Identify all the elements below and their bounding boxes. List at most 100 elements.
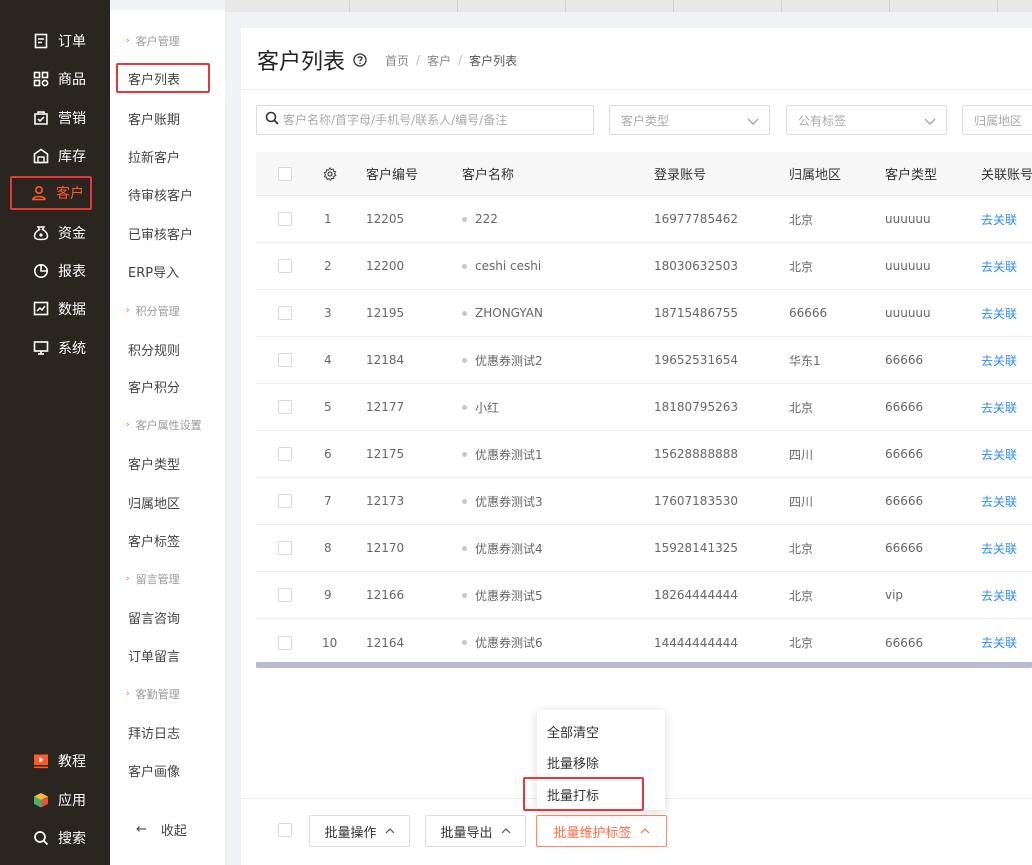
nav-item-label: 数据 [58, 302, 86, 318]
batch-export-button[interactable]: 批量导出 [425, 815, 526, 847]
main-nav: 订单 商品 营销 库存 客户 资金 报表 数据 系统 教程 应用 搜索 [0, 0, 110, 865]
breadcrumb-home[interactable]: 首页 [385, 52, 409, 69]
sub-item-customer-list[interactable]: 客户列表 [116, 63, 210, 93]
table-row[interactable]: 4 12184 优惠券测试2 19652531654 华东1 66666 去关联 [256, 337, 1032, 384]
table-row[interactable]: 5 12177 小红 18180795263 北京 66666 去关联 [256, 384, 1032, 431]
nav-item-orders[interactable]: 订单 [12, 27, 98, 55]
nav-item-inventory[interactable]: 库存 [12, 142, 98, 170]
money-bag-icon [32, 224, 50, 242]
table-row[interactable]: 7 12173 优惠券测试3 17607183530 四川 66666 去关联 [256, 478, 1032, 525]
sub-item-new-customers[interactable]: 拉新客户 [128, 147, 180, 166]
menu-item-batch-tag[interactable]: 批量打标 [523, 777, 644, 811]
table-row[interactable]: 6 12175 优惠券测试1 15628888888 四川 66666 去关联 [256, 431, 1032, 478]
table-row[interactable]: 8 12170 优惠券测试4 15928141325 北京 66666 去关联 [256, 525, 1032, 572]
table-row[interactable]: 9 12166 优惠券测试5 18264444444 北京 vip 去关联 [256, 572, 1032, 619]
row-index: 10 [322, 635, 338, 650]
row-index: 7 [324, 494, 332, 508]
row-index: 5 [324, 400, 332, 414]
sub-item-pending-review[interactable]: 待审核客户 [128, 185, 193, 204]
row-checkbox[interactable] [278, 290, 292, 336]
link-account-button[interactable]: 去关联 [981, 619, 1017, 666]
sub-item-reviewed[interactable]: 已审核客户 [128, 224, 193, 243]
row-checkbox[interactable] [278, 572, 292, 618]
link-account-button[interactable]: 去关联 [981, 384, 1017, 430]
row-checkbox[interactable] [278, 384, 292, 430]
nav-item-funds[interactable]: 资金 [12, 219, 98, 247]
nav-item-label: 报表 [58, 264, 86, 280]
link-account-button[interactable]: 去关联 [981, 290, 1017, 336]
link-account-button[interactable]: 去关联 [981, 337, 1017, 383]
chevron-up-icon [385, 824, 395, 839]
nav-item-tutorial[interactable]: 教程 [12, 747, 98, 775]
row-checkbox[interactable] [278, 478, 292, 524]
nav-item-data[interactable]: 数据 [12, 295, 98, 323]
menu-item-batch-remove[interactable]: 批量移除 [547, 753, 599, 772]
table-row[interactable]: 3 12195 ZHONGYAN 18715486755 66666 uuuuu… [256, 290, 1032, 337]
region: 四川 [789, 494, 814, 509]
sub-item-visit-log[interactable]: 拜访日志 [128, 723, 180, 742]
nav-item-apps[interactable]: 应用 [12, 786, 98, 814]
nav-item-goods[interactable]: 商品 [12, 65, 98, 93]
row-checkbox[interactable] [278, 619, 292, 666]
link-account-button[interactable]: 去关联 [981, 525, 1017, 571]
collapse-button[interactable]: ← 收起 [136, 820, 187, 839]
customer-code: 12184 [366, 353, 405, 367]
row-checkbox[interactable] [278, 525, 292, 571]
video-icon [32, 752, 50, 770]
horizontal-scrollbar[interactable] [256, 662, 1032, 668]
sub-item-consult[interactable]: 留言咨询 [128, 608, 180, 627]
batch-tag-dropdown: 全部清空 批量移除 批量打标 [523, 710, 665, 811]
row-checkbox[interactable] [278, 196, 292, 242]
sub-item-customer-type[interactable]: 客户类型 [128, 454, 180, 473]
region-select[interactable]: 归属地区 [962, 105, 1032, 135]
link-account-button[interactable]: 去关联 [981, 431, 1017, 477]
nav-item-search[interactable]: 搜索 [12, 824, 98, 852]
settings-gear-icon[interactable] [323, 152, 337, 195]
sub-item-order-messages[interactable]: 订单留言 [128, 646, 180, 665]
row-checkbox[interactable] [278, 337, 292, 383]
sub-item-erp-import[interactable]: ERP导入 [128, 262, 179, 281]
sub-item-customer-profile[interactable]: 客户画像 [128, 761, 180, 780]
chevron-down-icon [924, 115, 936, 129]
title-row: 客户列表 首页 / 客户 / 客户列表 [257, 44, 517, 76]
table-row[interactable]: 1 12205 222 16977785462 北京 uuuuuu 去关联 [256, 196, 1032, 243]
data-icon [32, 300, 50, 318]
search-box[interactable] [256, 105, 594, 135]
link-account-button[interactable]: 去关联 [981, 478, 1017, 524]
bullet-icon: › [126, 306, 130, 316]
link-account-button[interactable]: 去关联 [981, 243, 1017, 289]
row-checkbox[interactable] [278, 243, 292, 289]
nav-item-reports[interactable]: 报表 [12, 257, 98, 285]
nav-item-label: 客户 [56, 186, 84, 202]
row-checkbox[interactable] [278, 431, 292, 477]
sub-item-customer-points[interactable]: 客户积分 [128, 377, 180, 396]
marketing-icon [32, 109, 50, 127]
batch-operation-button[interactable]: 批量操作 [309, 815, 410, 847]
batch-tag-maintain-button[interactable]: 批量维护标签 [536, 815, 667, 847]
bottom-select-all-checkbox[interactable] [278, 823, 292, 837]
customer-code: 12205 [366, 212, 405, 226]
help-icon[interactable] [353, 53, 367, 67]
sub-item-points-rules[interactable]: 积分规则 [128, 340, 180, 359]
nav-item-marketing[interactable]: 营销 [12, 104, 98, 132]
table-row[interactable]: 10 12164 优惠券测试6 14444444444 北京 66666 去关联 [256, 619, 1032, 666]
menu-item-clear-all[interactable]: 全部清空 [547, 722, 599, 741]
login-account: 18030632503 [654, 259, 738, 273]
sub-item-customer-tags[interactable]: 客户标签 [128, 531, 180, 550]
sub-group-points-mgmt: › 积分管理 [126, 305, 180, 318]
breadcrumb-customers[interactable]: 客户 [427, 52, 451, 69]
public-tag-select[interactable]: 公有标签 [786, 105, 947, 135]
goods-icon [32, 70, 50, 88]
nav-item-system[interactable]: 系统 [12, 334, 98, 362]
link-account-button[interactable]: 去关联 [981, 196, 1017, 242]
nav-item-customers[interactable]: 客户 [10, 176, 92, 210]
customer-type-select[interactable]: 客户类型 [609, 105, 770, 135]
table-row[interactable]: 2 12200 ceshi ceshi 18030632503 北京 uuuuu… [256, 243, 1032, 290]
sub-item-customer-credit[interactable]: 客户账期 [128, 109, 180, 128]
search-input[interactable] [283, 113, 583, 127]
col-customer-name: 客户名称 [462, 168, 515, 183]
select-all-checkbox[interactable] [278, 152, 292, 195]
sub-item-region[interactable]: 归属地区 [128, 493, 180, 512]
customer-name: 优惠券测试2 [462, 337, 543, 383]
link-account-button[interactable]: 去关联 [981, 572, 1017, 618]
